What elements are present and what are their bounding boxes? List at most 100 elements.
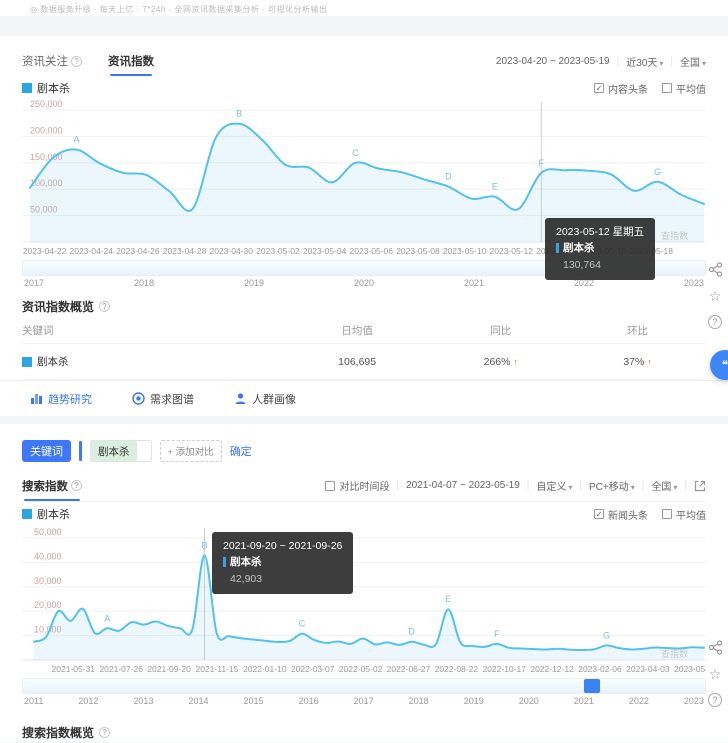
region-select[interactable]: 全国▾ <box>680 54 706 69</box>
chart-watermark: 查指数 <box>661 229 688 242</box>
news-index-card: 资讯关注 ? 资讯指数 2023-04-20 ~ 2023-05-19 | 近3… <box>0 36 728 416</box>
module-nav: 趋势研究 需求图谱 人群画像 <box>0 380 728 416</box>
svg-text:2023-05-12: 2023-05-12 <box>490 246 534 256</box>
average-checkbox-label: 平均值 <box>676 81 706 96</box>
col-daily-avg: 日均值 <box>282 323 432 338</box>
divider: | <box>670 56 673 67</box>
timeline-year-label: 2011 <box>24 696 43 706</box>
add-compare-button[interactable]: + 添加对比 <box>160 440 222 462</box>
share-icon[interactable] <box>708 262 723 277</box>
keyword-divider <box>79 441 82 461</box>
svg-text:G: G <box>603 630 610 640</box>
average-checkbox[interactable]: 平均值 <box>662 507 706 522</box>
tooltip-series-bar <box>223 557 226 567</box>
side-toolbar: ☆ ? <box>704 262 726 329</box>
up-arrow-icon: ↑ <box>513 357 518 367</box>
share-icon[interactable] <box>708 640 723 655</box>
confirm-button[interactable]: 确定 <box>230 443 252 459</box>
svg-text:F: F <box>539 158 545 168</box>
favorite-star-icon[interactable]: ☆ <box>709 667 722 681</box>
help-icon[interactable]: ? <box>71 480 82 491</box>
headline-checkbox[interactable]: ✓ 内容头条 <box>594 81 648 96</box>
custom-range-select[interactable]: 自定义▾ <box>536 478 572 493</box>
svg-text:2023-04-22: 2023-04-22 <box>23 246 67 256</box>
table-row[interactable]: 剧本杀 106,695 266% ↑ 37% ↑ <box>22 344 706 380</box>
region-select[interactable]: 全国▾ <box>651 478 677 493</box>
keyword-button[interactable]: 关键词 <box>22 440 71 462</box>
nav-audience-profile[interactable]: 人群画像 <box>234 391 296 407</box>
slider-handle[interactable] <box>584 679 600 693</box>
svg-text:50,000: 50,000 <box>34 527 62 537</box>
tab-search-index[interactable]: 搜索指数 ? <box>22 478 82 494</box>
svg-text:2021-07-26: 2021-07-26 <box>99 664 143 674</box>
chevron-down-icon: ▾ <box>702 59 706 68</box>
nav-trend-label: 趋势研究 <box>48 391 92 407</box>
divider: | <box>642 480 645 491</box>
device-select[interactable]: PC+移动▾ <box>589 478 635 493</box>
next-section-title: 搜索指数概览 ? <box>22 722 706 742</box>
time-range-slider[interactable] <box>22 678 706 694</box>
divider: | <box>684 480 687 491</box>
row-yoy: 266% <box>484 356 511 368</box>
help-icon[interactable]: ? <box>99 301 110 312</box>
question-icon[interactable]: ? <box>708 693 722 707</box>
keyword-chip-label: 剧本杀 <box>91 441 137 461</box>
compare-period-checkbox[interactable]: 对比时间段 <box>325 478 389 493</box>
help-icon[interactable]: ? <box>99 727 110 738</box>
keyword-input[interactable] <box>137 441 151 461</box>
col-yoy: 同比 <box>432 323 569 338</box>
svg-text:2023-05-08: 2023-05-08 <box>396 246 440 256</box>
date-range-label: 2023-04-20 ~ 2023-05-19 <box>496 56 610 67</box>
timeline-year-label: 2023 <box>684 696 704 706</box>
chevron-down-icon: ▾ <box>659 59 663 68</box>
svg-text:2023-04-24: 2023-04-24 <box>69 246 113 256</box>
favorite-star-icon[interactable]: ☆ <box>709 289 722 303</box>
news-headline-checkbox[interactable]: ✓ 新闻头条 <box>594 507 648 522</box>
tab-news-index[interactable]: 资讯指数 <box>108 53 154 69</box>
keyword-bar: 关键词 剧本杀 + 添加对比 确定 <box>22 432 706 470</box>
tab-news-focus-label: 资讯关注 <box>22 53 68 69</box>
legend-keyword-label: 剧本杀 <box>37 506 70 522</box>
search-legend-row: 剧本杀 ✓ 新闻头条 平均值 <box>22 502 706 526</box>
average-checkbox-label: 平均值 <box>676 507 706 522</box>
timeline-year-label: 2023 <box>684 278 704 288</box>
tooltip-date: 2023-05-12 星期五 <box>556 224 644 240</box>
average-checkbox[interactable]: 平均值 <box>662 81 706 96</box>
nav-demand-label: 需求图谱 <box>150 391 194 407</box>
svg-text:2022-08-22: 2022-08-22 <box>435 664 479 674</box>
divider: | <box>396 480 399 491</box>
timeline-year-label: 2018 <box>409 696 429 706</box>
tab-news-index-label: 资讯指数 <box>108 53 154 69</box>
timeline-year-label: 2015 <box>244 696 264 706</box>
series-legend: 剧本杀 <box>22 506 70 522</box>
tab-news-focus[interactable]: 资讯关注 ? <box>22 53 82 69</box>
search-index-chart[interactable]: 10,00020,00030,00040,00050,000ABCDEFG202… <box>22 526 706 676</box>
svg-text:200,000: 200,000 <box>30 125 63 135</box>
checkbox-checked-icon: ✓ <box>594 83 604 93</box>
news-index-chart[interactable]: 50,000100,000150,000200,000250,000ABCDEF… <box>22 100 706 258</box>
timeline-year-label: 2017 <box>354 696 374 706</box>
search-index-controls: 对比时间段 | 2021-04-07 ~ 2023-05-19 | 自定义▾ |… <box>325 478 706 493</box>
timeline-years: 2011201220132014201520162017201820192020… <box>22 694 706 708</box>
tooltip-series-name: 剧本杀 <box>230 554 262 570</box>
tooltip-series-name: 剧本杀 <box>563 240 595 256</box>
timeline-year-label: 2013 <box>133 696 153 706</box>
nav-trend-research[interactable]: 趋势研究 <box>30 391 92 407</box>
chevron-down-icon: ▾ <box>568 483 572 492</box>
expand-icon[interactable] <box>694 480 706 492</box>
chart-watermark: 查指数 <box>661 647 688 660</box>
keyword-chip[interactable]: 剧本杀 <box>90 440 152 462</box>
compare-period-label: 对比时间段 <box>339 478 389 493</box>
svg-text:2023-04-28: 2023-04-28 <box>163 246 207 256</box>
svg-text:250,000: 250,000 <box>30 100 63 109</box>
tooltip-value: 42,903 <box>223 571 342 587</box>
svg-text:2022-06-27: 2022-06-27 <box>387 664 431 674</box>
question-icon[interactable]: ? <box>708 315 722 329</box>
help-icon[interactable]: ? <box>71 56 82 67</box>
nav-demand-map[interactable]: 需求图谱 <box>132 391 194 407</box>
svg-text:C: C <box>299 619 306 629</box>
svg-text:A: A <box>104 613 110 623</box>
svg-text:D: D <box>408 627 415 637</box>
range-select[interactable]: 近30天▾ <box>626 54 663 69</box>
row-daily-avg: 106,695 <box>282 356 432 368</box>
